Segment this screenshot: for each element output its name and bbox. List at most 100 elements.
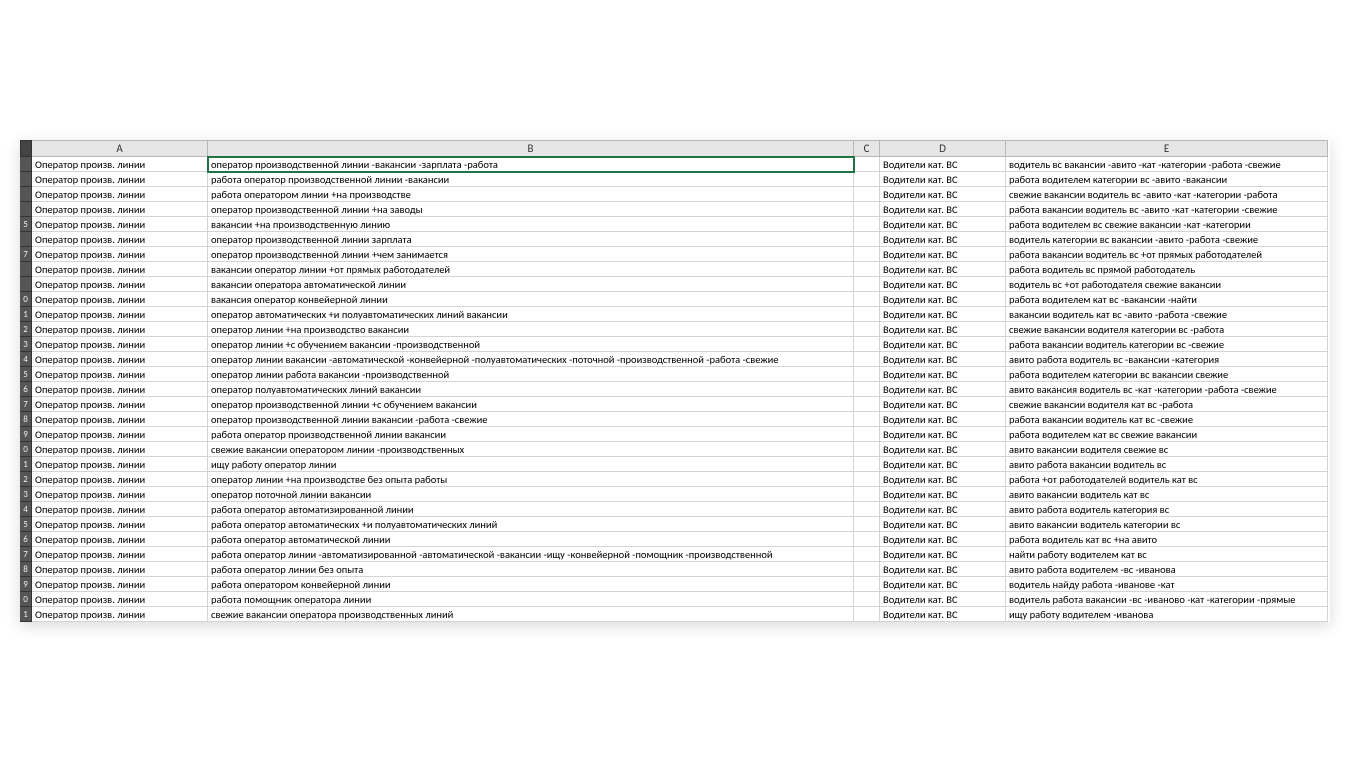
cell-B[interactable]: оператор полуавтоматических линий ваканс…	[208, 382, 854, 397]
cell-E[interactable]: найти работу водителем кат вс	[1006, 547, 1328, 562]
cell-B[interactable]: работа оператором конвейерной линии	[208, 577, 854, 592]
cell-E[interactable]: авито работа водитель вс -вакансии -кате…	[1006, 352, 1328, 367]
cell-B[interactable]: работа оператор автоматических +и полуав…	[208, 517, 854, 532]
cell-E[interactable]: работа водителем кат вс свежие вакансии	[1006, 427, 1328, 442]
cell-B[interactable]: оператор производственной линии зарплата	[208, 232, 854, 247]
row-number[interactable]: 1	[20, 457, 32, 472]
cell-B[interactable]: свежие вакансии оператором линии -произв…	[208, 442, 854, 457]
cell-C[interactable]	[854, 157, 880, 172]
cell-A[interactable]: Оператор произв. линии	[32, 307, 208, 322]
cell-D[interactable]: Водители кат. BC	[880, 607, 1006, 622]
cell-C[interactable]	[854, 382, 880, 397]
cell-D[interactable]: Водители кат. BC	[880, 217, 1006, 232]
row-number[interactable]: 0	[20, 592, 32, 607]
cell-B[interactable]: работа оператор производственной линии -…	[208, 172, 854, 187]
row-number[interactable]	[20, 232, 32, 247]
cell-D[interactable]: Водители кат. BC	[880, 532, 1006, 547]
cell-E[interactable]: свежие вакансии водитель вс -авито -кат …	[1006, 187, 1328, 202]
cell-B[interactable]: оператор линии +на производстве без опыт…	[208, 472, 854, 487]
cell-E[interactable]: работа вакансии водитель кат вс -свежие	[1006, 412, 1328, 427]
cell-A[interactable]: Оператор произв. линии	[32, 442, 208, 457]
cell-B[interactable]: вакансии оператора автоматической линии	[208, 277, 854, 292]
cell-A[interactable]: Оператор произв. линии	[32, 502, 208, 517]
row-number[interactable]	[20, 202, 32, 217]
row-number[interactable]: 1	[20, 307, 32, 322]
cell-E[interactable]: авито работа вакансии водитель вс	[1006, 457, 1328, 472]
cell-D[interactable]: Водители кат. BC	[880, 502, 1006, 517]
row-number[interactable]	[20, 262, 32, 277]
cell-D[interactable]: Водители кат. BC	[880, 157, 1006, 172]
cell-D[interactable]: Водители кат. BC	[880, 337, 1006, 352]
cell-B[interactable]: вакансия оператор конвейерной линии	[208, 292, 854, 307]
cell-E[interactable]: работа вакансии водитель вс -авито -кат …	[1006, 202, 1328, 217]
cell-A[interactable]: Оператор произв. линии	[32, 397, 208, 412]
cell-C[interactable]	[854, 217, 880, 232]
cell-B[interactable]: оператор линии +с обучением вакансии -пр…	[208, 337, 854, 352]
cell-B[interactable]: оператор производственной линии вакансии…	[208, 412, 854, 427]
cell-A[interactable]: Оператор произв. линии	[32, 592, 208, 607]
cell-D[interactable]: Водители кат. BC	[880, 562, 1006, 577]
cell-A[interactable]: Оператор произв. линии	[32, 607, 208, 622]
cell-B[interactable]: работа оператор линии -автоматизированно…	[208, 547, 854, 562]
cell-E[interactable]: работа вакансии водитель вс +от прямых р…	[1006, 247, 1328, 262]
cell-B[interactable]: оператор линии +на производство вакансии	[208, 322, 854, 337]
row-number[interactable]: 4	[20, 502, 32, 517]
cell-A[interactable]: Оператор произв. линии	[32, 322, 208, 337]
cell-C[interactable]	[854, 277, 880, 292]
cell-E[interactable]: свежие вакансии водителя кат вс -работа	[1006, 397, 1328, 412]
cell-C[interactable]	[854, 262, 880, 277]
cell-C[interactable]	[854, 472, 880, 487]
row-number[interactable]	[20, 157, 32, 172]
cell-D[interactable]: Водители кат. BC	[880, 547, 1006, 562]
cell-E[interactable]: авито вакансии водителя свежие вс	[1006, 442, 1328, 457]
cell-C[interactable]	[854, 292, 880, 307]
cell-E[interactable]: водитель категории вс вакансии -авито -р…	[1006, 232, 1328, 247]
cell-E[interactable]: авито работа водитель категория вс	[1006, 502, 1328, 517]
cell-D[interactable]: Водители кат. BC	[880, 367, 1006, 382]
cell-E[interactable]: работа водителем категории вс -авито -ва…	[1006, 172, 1328, 187]
cell-C[interactable]	[854, 412, 880, 427]
cell-C[interactable]	[854, 442, 880, 457]
cell-C[interactable]	[854, 232, 880, 247]
row-number[interactable]: 7	[20, 547, 32, 562]
row-number[interactable]: 3	[20, 487, 32, 502]
cell-A[interactable]: Оператор произв. линии	[32, 187, 208, 202]
cell-C[interactable]	[854, 427, 880, 442]
cell-B[interactable]: оператор производственной линии +на заво…	[208, 202, 854, 217]
row-number[interactable]: 2	[20, 322, 32, 337]
cell-B[interactable]: свежие вакансии оператора производственн…	[208, 607, 854, 622]
cell-E[interactable]: работа водителем кат вс -вакансии -найти	[1006, 292, 1328, 307]
cell-C[interactable]	[854, 607, 880, 622]
row-number[interactable]: 9	[20, 577, 32, 592]
cell-C[interactable]	[854, 562, 880, 577]
cell-E[interactable]: работа водителем вс свежие вакансии -кат…	[1006, 217, 1328, 232]
column-header-B[interactable]: B	[208, 140, 854, 157]
cell-D[interactable]: Водители кат. BC	[880, 577, 1006, 592]
cell-D[interactable]: Водители кат. BC	[880, 472, 1006, 487]
cell-C[interactable]	[854, 397, 880, 412]
cell-C[interactable]	[854, 307, 880, 322]
cell-D[interactable]: Водители кат. BC	[880, 307, 1006, 322]
cell-A[interactable]: Оператор произв. линии	[32, 337, 208, 352]
cell-C[interactable]	[854, 517, 880, 532]
row-number[interactable]: 5	[20, 517, 32, 532]
cell-E[interactable]: работа +от работодателей водитель кат вс	[1006, 472, 1328, 487]
select-all-corner[interactable]	[20, 140, 32, 157]
column-header-D[interactable]: D	[880, 140, 1006, 157]
cell-A[interactable]: Оператор произв. линии	[32, 217, 208, 232]
cell-D[interactable]: Водители кат. BC	[880, 262, 1006, 277]
row-number[interactable]: 5	[20, 217, 32, 232]
column-header-C[interactable]: C	[854, 140, 880, 157]
row-number[interactable]	[20, 277, 32, 292]
cell-A[interactable]: Оператор произв. линии	[32, 427, 208, 442]
cell-B[interactable]: работа оператор автоматической линии	[208, 532, 854, 547]
cell-A[interactable]: Оператор произв. линии	[32, 562, 208, 577]
cell-D[interactable]: Водители кат. BC	[880, 427, 1006, 442]
cell-A[interactable]: Оператор произв. линии	[32, 247, 208, 262]
spreadsheet-grid[interactable]: A B C D E Оператор произв. линииоператор…	[20, 140, 1330, 622]
cell-A[interactable]: Оператор произв. линии	[32, 262, 208, 277]
cell-E[interactable]: работа водитель вс прямой работодатель	[1006, 262, 1328, 277]
cell-C[interactable]	[854, 487, 880, 502]
cell-A[interactable]: Оператор произв. линии	[32, 352, 208, 367]
cell-B[interactable]: работа оператором линии +на производстве	[208, 187, 854, 202]
